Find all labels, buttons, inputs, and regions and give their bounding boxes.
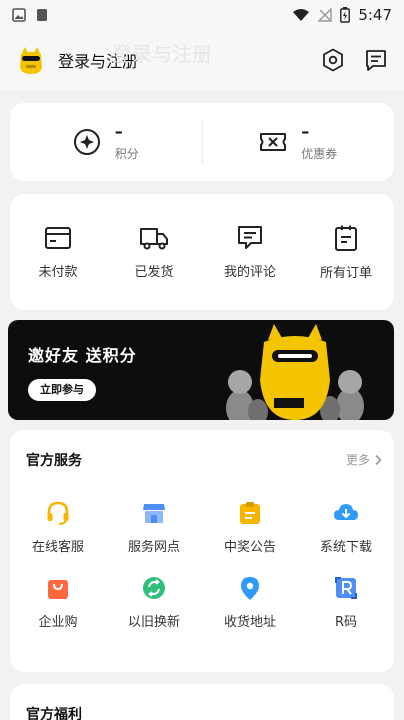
order-reviews[interactable]: 我的评论 bbox=[202, 225, 298, 280]
comment-icon bbox=[238, 225, 262, 249]
service-trade-in[interactable]: 以旧换新 bbox=[106, 575, 202, 630]
order-shipped[interactable]: 已发货 bbox=[106, 225, 202, 280]
r-code-icon bbox=[335, 577, 357, 599]
services-title: 官方服务 bbox=[26, 453, 82, 469]
points-label: 积分 bbox=[114, 146, 139, 161]
store-icon bbox=[143, 504, 165, 523]
service-label: 企业购 bbox=[38, 615, 78, 630]
wallet-icon bbox=[45, 226, 71, 249]
chevron-right-icon bbox=[375, 454, 382, 465]
services-grid: 在线客服 服务网点 中奖公告 系统下载 企业购 以旧换新 收货地址 R码 bbox=[10, 500, 394, 630]
service-label: 系统下载 bbox=[319, 540, 372, 555]
messages-icon[interactable] bbox=[364, 48, 388, 72]
service-enterprise-purchase[interactable]: 企业购 bbox=[10, 575, 106, 630]
cloud-download-icon bbox=[334, 504, 358, 520]
service-label: 在线客服 bbox=[31, 540, 84, 555]
orders-icon bbox=[335, 225, 357, 251]
service-r-code[interactable]: R码 bbox=[298, 575, 394, 630]
banner-join-button[interactable]: 立即参与 bbox=[28, 379, 96, 401]
headset-icon bbox=[47, 501, 69, 525]
service-label: 收货地址 bbox=[223, 615, 276, 630]
order-unpaid-label: 未付款 bbox=[38, 264, 78, 280]
coupon-icon bbox=[260, 133, 287, 151]
points-value: – bbox=[114, 121, 123, 141]
service-system-download[interactable]: 系统下载 bbox=[298, 500, 394, 555]
order-all-label: 所有订单 bbox=[319, 265, 372, 281]
recycle-icon bbox=[143, 577, 165, 599]
points-item[interactable]: – 积分 bbox=[10, 121, 202, 162]
cat-mascot-icon bbox=[20, 47, 42, 74]
settings-icon[interactable] bbox=[322, 48, 344, 72]
banner-title: 邀好友 送积分 bbox=[28, 346, 137, 365]
service-shipping-address[interactable]: 收货地址 bbox=[202, 575, 298, 630]
location-pin-icon bbox=[241, 577, 259, 600]
coupon-label: 优惠券 bbox=[301, 146, 338, 161]
official-benefits-card: 官方福利 bbox=[10, 684, 394, 720]
wifi-icon bbox=[293, 9, 310, 21]
no-signal-icon bbox=[318, 8, 333, 22]
official-services-card: 官方服务 更多 在线客服 服务网点 中奖公告 系统下载 企业购 以旧换新 收货地… bbox=[10, 430, 394, 672]
service-online-support[interactable]: 在线客服 bbox=[10, 500, 106, 555]
service-label: 服务网点 bbox=[127, 540, 180, 555]
ghost-title: 登录与注册 bbox=[112, 42, 212, 66]
coupon-item[interactable]: – 优惠券 bbox=[203, 121, 395, 162]
invite-banner[interactable]: 邀好友 送积分 立即参与 bbox=[8, 320, 394, 420]
battery-icon bbox=[340, 7, 351, 23]
points-card: – 积分 – 优惠券 bbox=[10, 103, 394, 181]
shopping-bag-icon bbox=[48, 580, 68, 599]
orders-card: 未付款 已发货 我的评论 所有订单 bbox=[10, 194, 394, 310]
order-shipped-label: 已发货 bbox=[134, 264, 174, 280]
card-notification-icon bbox=[37, 9, 47, 21]
avatar[interactable] bbox=[16, 45, 46, 75]
order-all[interactable]: 所有订单 bbox=[298, 224, 394, 281]
banner-mascot-art bbox=[226, 324, 364, 420]
truck-icon bbox=[140, 227, 168, 249]
image-notification-icon bbox=[12, 8, 26, 22]
service-label: 以旧换新 bbox=[127, 615, 180, 630]
clipboard-icon bbox=[240, 502, 260, 524]
more-label: 更多 bbox=[345, 453, 370, 467]
points-icon bbox=[73, 129, 100, 155]
status-bar: 5:47 bbox=[0, 0, 404, 30]
order-unpaid[interactable]: 未付款 bbox=[10, 225, 106, 280]
service-label: 中奖公告 bbox=[223, 540, 276, 555]
coupon-value: – bbox=[301, 121, 310, 141]
service-label: R码 bbox=[334, 615, 358, 630]
status-time: 5:47 bbox=[358, 6, 392, 24]
profile-header: 登录与注册 登录与注册 bbox=[0, 30, 404, 90]
order-reviews-label: 我的评论 bbox=[223, 264, 276, 280]
service-prize-notice[interactable]: 中奖公告 bbox=[202, 500, 298, 555]
benefits-title: 官方福利 bbox=[26, 707, 82, 720]
service-outlets[interactable]: 服务网点 bbox=[106, 500, 202, 555]
services-more-link[interactable]: 更多 bbox=[346, 451, 382, 468]
